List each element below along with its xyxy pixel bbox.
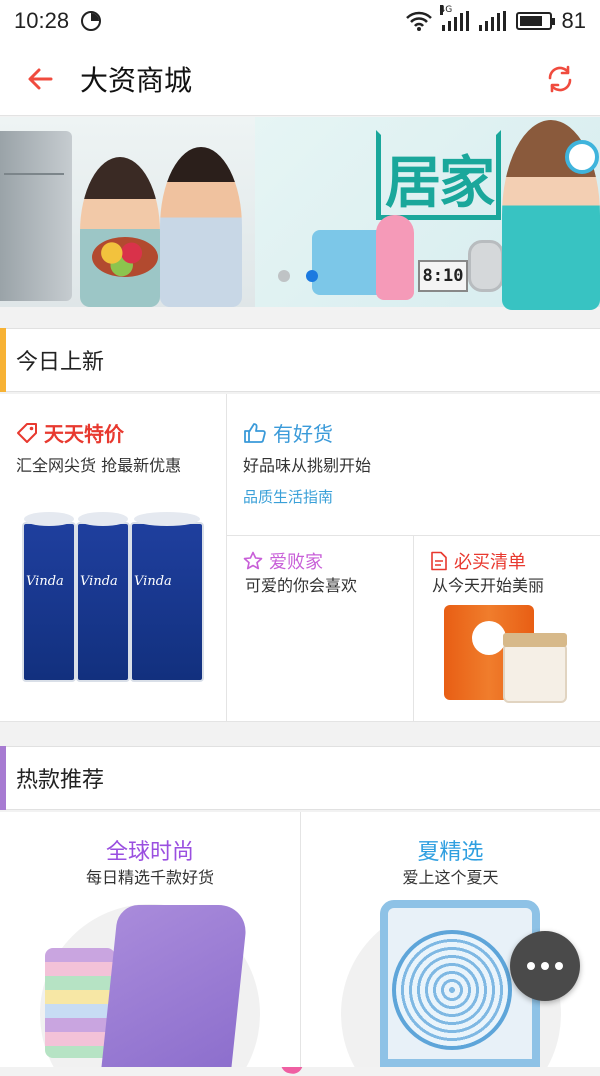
banner-headline: 居家 — [385, 151, 495, 216]
cellular-signal-4g-icon: 4G — [439, 5, 469, 31]
couple-woman-image — [80, 157, 160, 307]
more-options-button[interactable] — [510, 931, 580, 1001]
carousel-dot-2[interactable] — [306, 270, 318, 282]
bath-towel-image — [101, 905, 249, 1067]
checklist-icon — [431, 551, 447, 571]
carousel-indicator — [278, 270, 318, 282]
star-icon — [243, 551, 263, 570]
battery-level: 81 — [561, 8, 586, 33]
good-goods-subtitle: 好品味从挑剔开始 — [243, 456, 372, 475]
more-dots-icon — [527, 962, 563, 970]
carousel-dot-1[interactable] — [278, 270, 290, 282]
promo-love-home[interactable]: 爱败家 可爱的你会喜欢 — [227, 536, 414, 722]
wifi-icon — [405, 11, 432, 31]
arrow-left-icon — [28, 68, 53, 89]
do-not-disturb-icon — [81, 11, 102, 31]
couple-man-image — [160, 147, 242, 307]
status-bar: 10:28 4G 81 — [0, 0, 600, 42]
section-accent-bar — [0, 328, 6, 392]
daily-deals-title: 天天特价 — [44, 422, 124, 446]
price-tag-icon — [17, 422, 37, 443]
must-buy-title-row: 必买清单 — [430, 548, 526, 574]
cellular-signal-icon — [478, 11, 506, 31]
summer-pick-title: 夏精选 — [417, 840, 484, 865]
section-title-new: 今日上新 — [16, 350, 105, 375]
thumbs-up-icon — [244, 422, 266, 443]
daily-deals-title-row: 天天特价 — [16, 418, 124, 447]
global-fashion-subtitle: 每日精选千款好货 — [85, 868, 214, 887]
alarm-clock-image — [565, 140, 599, 174]
cosmetic-jar-small-image — [503, 633, 567, 703]
section-title-hot: 热款推荐 — [16, 768, 105, 793]
app-header: 大资商城 — [0, 42, 600, 116]
love-home-title-row: 爱败家 — [243, 548, 323, 574]
summer-pick-subtitle: 爱上这个夏天 — [402, 868, 499, 887]
love-home-title: 爱败家 — [269, 552, 323, 573]
love-home-subtitle: 可爱的你会喜欢 — [245, 576, 358, 595]
section-header-new: 今日上新 — [0, 328, 600, 392]
fruit-bowl-image — [92, 237, 158, 277]
battery-icon — [515, 12, 555, 30]
good-goods-title: 有好货 — [273, 422, 333, 446]
fridge-image — [0, 131, 72, 301]
status-time: 10:28 — [14, 8, 70, 33]
promo-good-goods[interactable]: 有好货 好品味从挑剔开始 品质生活指南 — [227, 394, 600, 536]
must-buy-subtitle: 从今天开始美丽 — [432, 576, 545, 595]
desk-fan-image — [392, 930, 512, 1050]
daily-deals-subtitle: 汇全网尖货 抢最新优惠 — [16, 456, 182, 475]
global-fashion-title: 全球时尚 — [105, 840, 194, 865]
quality-life-guide-link[interactable]: 品质生活指南 — [243, 486, 333, 507]
banner-slide-home-appliances[interactable] — [0, 117, 255, 307]
digital-clock-image: 8:10 — [418, 260, 468, 292]
digital-clock-time: 8:10 — [422, 266, 464, 286]
section-header-hot: 热款推荐 — [0, 746, 600, 810]
good-goods-title-row: 有好货 — [243, 418, 333, 447]
must-buy-title: 必买清单 — [454, 552, 526, 573]
refresh-icon — [548, 65, 572, 92]
wristwatch-image — [468, 240, 504, 292]
back-button[interactable] — [0, 42, 80, 116]
page-title: 大资商城 — [80, 63, 193, 97]
refresh-button[interactable] — [520, 42, 600, 116]
mini-fan-image — [376, 215, 414, 300]
promo-daily-deals[interactable]: 天天特价 汇全网尖货 抢最新优惠 — [0, 394, 227, 722]
section-accent-bar — [0, 746, 6, 810]
